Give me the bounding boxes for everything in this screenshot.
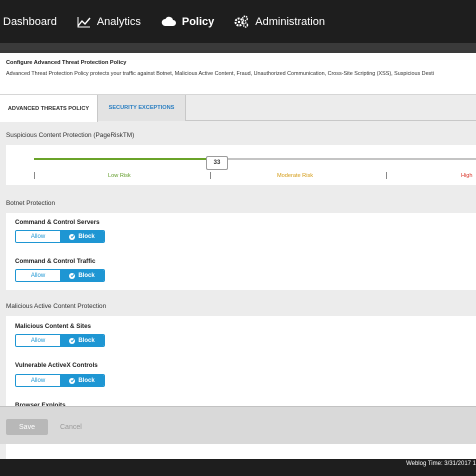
cancel-button[interactable]: Cancel: [60, 419, 82, 435]
pagerisk-slider-fill: [34, 158, 206, 160]
weblog-time: Weblog Time: 3/31/2017 1: [406, 461, 476, 467]
check-icon: [69, 272, 76, 279]
slider-tick: [210, 172, 211, 179]
low-risk-label: Low Risk: [108, 173, 131, 179]
gears-icon: [234, 15, 249, 28]
tab-security-exceptions[interactable]: SECURITY EXCEPTIONS: [98, 95, 186, 121]
control-label: Command & Control Servers: [15, 219, 100, 226]
pagerisk-slider-track[interactable]: [34, 158, 476, 160]
nav-administration[interactable]: Administration: [224, 0, 335, 43]
block-button[interactable]: Block: [60, 335, 104, 346]
top-nav: Dashboard Analytics Policy Administratio…: [0, 0, 476, 43]
tab-bar: ADVANCED THREATS POLICY SECURITY EXCEPTI…: [0, 95, 476, 122]
nav-dashboard-label: Dashboard: [3, 15, 57, 28]
block-label: Block: [78, 272, 95, 279]
pagerisk-panel: 33 Low Risk Moderate Risk High: [6, 145, 476, 185]
malicious-sites-toggle: Allow Block: [15, 334, 105, 347]
nav-administration-label: Administration: [255, 15, 325, 28]
allow-button[interactable]: Allow: [16, 375, 60, 386]
slider-tick: [34, 172, 35, 179]
pagerisk-slider-handle[interactable]: 33: [206, 156, 228, 170]
allow-button[interactable]: Allow: [16, 231, 60, 242]
sub-bar: [0, 43, 476, 53]
nav-policy[interactable]: Policy: [151, 0, 224, 43]
botnet-heading: Botnet Protection: [6, 200, 56, 207]
policy-header: Configure Advanced Threat Protection Pol…: [0, 53, 476, 95]
nav-policy-label: Policy: [181, 15, 215, 28]
block-button[interactable]: Block: [60, 231, 104, 242]
block-label: Block: [78, 233, 95, 240]
status-bar: [0, 459, 476, 476]
block-button[interactable]: Block: [60, 270, 104, 281]
check-icon: [69, 233, 76, 240]
page-description: Advanced Threat Protection Policy protec…: [6, 71, 434, 77]
block-button[interactable]: Block: [60, 375, 104, 386]
malicious-content-heading: Malicious Active Content Protection: [6, 303, 107, 310]
page-title: Configure Advanced Threat Protection Pol…: [6, 60, 127, 66]
block-label: Block: [78, 337, 95, 344]
nav-dashboard[interactable]: Dashboard: [0, 0, 67, 43]
cc-traffic-toggle: Allow Block: [15, 269, 105, 282]
tab-advanced-threats-policy[interactable]: ADVANCED THREATS POLICY: [0, 95, 98, 122]
nav-analytics-label: Analytics: [96, 15, 141, 28]
save-button[interactable]: Save: [6, 419, 48, 435]
moderate-risk-label: Moderate Risk: [277, 173, 314, 179]
cc-servers-toggle: Allow Block: [15, 230, 105, 243]
control-label: Vulnerable ActiveX Controls: [15, 362, 98, 369]
block-label: Block: [78, 377, 95, 384]
high-risk-label: High: [461, 173, 473, 179]
suspicious-content-heading: Suspicious Content Protection (PageRiskT…: [6, 132, 135, 139]
main-content: Configure Advanced Threat Protection Pol…: [0, 53, 476, 459]
allow-button[interactable]: Allow: [16, 335, 60, 346]
activex-toggle: Allow Block: [15, 374, 105, 387]
line-chart-icon: [77, 16, 91, 28]
cloud-icon: [161, 16, 176, 27]
nav-analytics[interactable]: Analytics: [67, 0, 151, 43]
check-icon: [69, 377, 76, 384]
check-icon: [69, 337, 76, 344]
control-label: Malicious Content & Sites: [15, 323, 91, 330]
control-label: Command & Control Traffic: [15, 258, 96, 265]
allow-button[interactable]: Allow: [16, 270, 60, 281]
slider-tick: [386, 172, 387, 179]
botnet-panel: Command & Control Servers Allow Block Co…: [6, 213, 476, 290]
